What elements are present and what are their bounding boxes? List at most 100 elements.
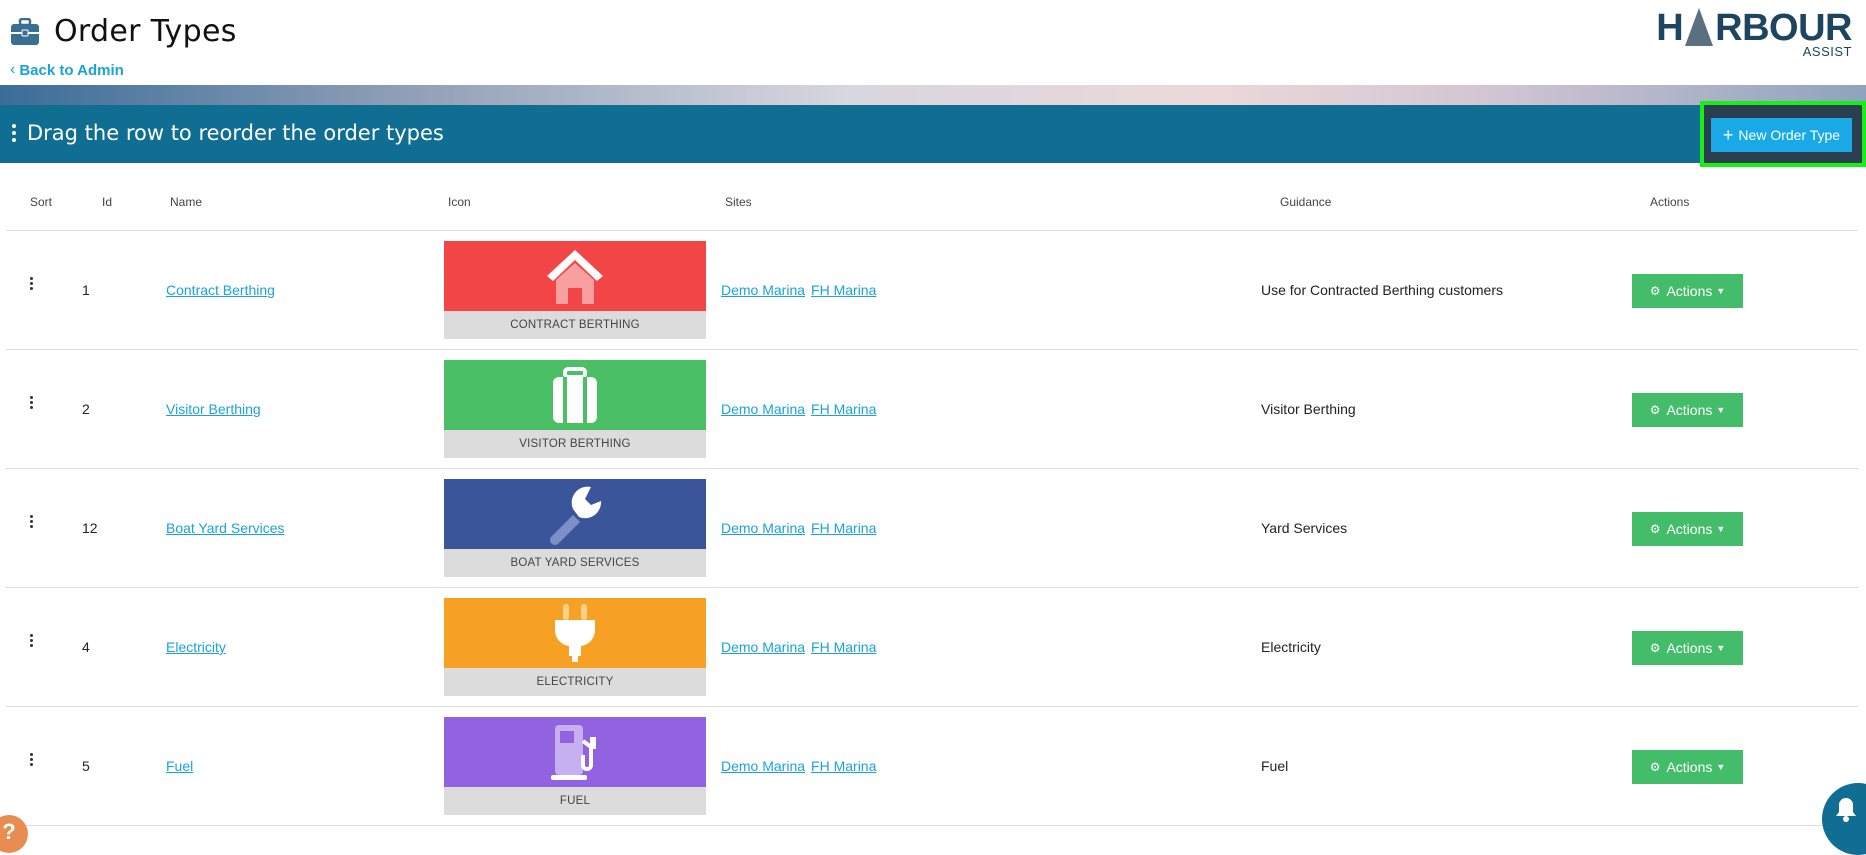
help-label: ?	[2, 819, 16, 844]
actions-label: Actions	[1666, 402, 1713, 418]
drag-handle-icon[interactable]	[30, 753, 34, 768]
site-link-fh-marina[interactable]: FH Marina	[811, 401, 876, 417]
guidance-text: Electricity	[1261, 639, 1321, 655]
sites-list: Demo Marina FH Marina	[721, 401, 882, 417]
sites-list: Demo Marina FH Marina	[721, 758, 882, 774]
row-id: 4	[82, 639, 90, 655]
site-link-fh-marina[interactable]: FH Marina	[811, 282, 876, 298]
table-row[interactable]: 2 Visitor Berthing VISITOR BERTHING Demo…	[6, 350, 1858, 469]
briefcase-icon	[10, 17, 40, 46]
actions-dropdown-button[interactable]: ⚙ Actions ▼	[1632, 631, 1743, 665]
site-link-fh-marina[interactable]: FH Marina	[811, 758, 876, 774]
sites-list: Demo Marina FH Marina	[721, 282, 882, 298]
icon-label: CONTRACT BERTHING	[444, 311, 706, 339]
table-row[interactable]: 4 Electricity ELECTRICITY Demo Marina FH …	[6, 588, 1858, 707]
actions-dropdown-button[interactable]: ⚙ Actions ▼	[1632, 750, 1743, 784]
icon-label: ELECTRICITY	[444, 668, 706, 696]
chevron-left-icon: ‹	[10, 61, 16, 78]
icon-label: BOAT YARD SERVICES	[444, 549, 706, 577]
column-header-guidance: Guidance	[1280, 195, 1332, 209]
sail-icon	[1685, 8, 1714, 46]
order-type-icon-tile: BOAT YARD SERVICES	[444, 479, 706, 577]
table-header: Sort Id Name Icon Sites Guidance Actions	[0, 193, 1866, 231]
drag-handle-icon[interactable]	[30, 277, 34, 292]
table-row[interactable]: 1 Contract Berthing CONTRACT BERTHING De…	[6, 231, 1858, 350]
sites-list: Demo Marina FH Marina	[721, 639, 882, 655]
gears-icon: ⚙	[1649, 641, 1661, 655]
harbour-assist-logo: H RBOUR ASSIST	[1656, 6, 1852, 59]
new-order-type-button[interactable]: + New Order Type	[1711, 118, 1852, 152]
row-id: 5	[82, 758, 90, 774]
caret-down-icon: ▼	[1716, 643, 1726, 653]
guidance-text: Use for Contracted Berthing customers	[1261, 282, 1503, 298]
caret-down-icon: ▼	[1716, 762, 1726, 772]
column-header-id[interactable]: Id	[102, 195, 112, 209]
page-title: Order Types	[54, 14, 237, 49]
decorative-gradient-strip	[0, 85, 1866, 105]
sites-list: Demo Marina FH Marina	[721, 520, 882, 536]
back-link-label: Back to Admin	[19, 61, 124, 79]
actions-dropdown-button[interactable]: ⚙ Actions ▼	[1632, 512, 1743, 546]
site-link-demo-marina[interactable]: Demo Marina	[721, 520, 805, 536]
gears-icon: ⚙	[1649, 760, 1661, 774]
row-id: 1	[82, 282, 90, 298]
site-link-demo-marina[interactable]: Demo Marina	[721, 401, 805, 417]
icon-label: FUEL	[444, 787, 706, 815]
site-link-demo-marina[interactable]: Demo Marina	[721, 639, 805, 655]
wrench-icon	[444, 479, 706, 549]
banner-text: Drag the row to reorder the order types	[27, 121, 444, 145]
new-order-type-label: New Order Type	[1738, 127, 1841, 143]
guidance-text: Yard Services	[1261, 520, 1348, 536]
order-type-name-link[interactable]: Fuel	[166, 758, 193, 774]
table-row[interactable]: 5 Fuel FUEL Demo Marina FH Marina Fuel ⚙ …	[6, 707, 1858, 826]
suitcase-icon	[444, 360, 706, 430]
logo-text-left: H	[1656, 7, 1684, 49]
order-type-name-link[interactable]: Visitor Berthing	[166, 401, 261, 417]
bell-icon	[1836, 798, 1856, 822]
caret-down-icon: ▼	[1716, 286, 1726, 296]
table-row[interactable]: 12 Boat Yard Services BOAT YARD SERVICES…	[6, 469, 1858, 588]
page-header: Order Types ‹ Back to Admin H RBOUR ASSI…	[0, 0, 1866, 85]
site-link-fh-marina[interactable]: FH Marina	[811, 639, 876, 655]
fuel-pump-icon	[444, 717, 706, 787]
gears-icon: ⚙	[1649, 522, 1661, 536]
actions-label: Actions	[1666, 521, 1713, 537]
column-header-sort[interactable]: Sort	[30, 195, 52, 209]
order-type-name-link[interactable]: Electricity	[166, 639, 226, 655]
column-header-sites: Sites	[725, 195, 752, 209]
caret-down-icon: ▼	[1716, 405, 1726, 415]
order-type-name-link[interactable]: Boat Yard Services	[166, 520, 285, 536]
actions-label: Actions	[1666, 283, 1713, 299]
guidance-text: Fuel	[1261, 758, 1289, 774]
back-to-admin-link[interactable]: ‹ Back to Admin	[10, 61, 124, 79]
actions-dropdown-button[interactable]: ⚙ Actions ▼	[1632, 393, 1743, 427]
drag-handle-icon[interactable]	[30, 634, 34, 649]
column-header-icon: Icon	[448, 195, 471, 209]
site-link-demo-marina[interactable]: Demo Marina	[721, 758, 805, 774]
gears-icon: ⚙	[1649, 284, 1661, 298]
drag-handle-icon	[12, 124, 16, 145]
column-header-actions: Actions	[1650, 195, 1690, 209]
title-area: Order Types	[10, 14, 237, 49]
actions-label: Actions	[1666, 759, 1713, 775]
actions-dropdown-button[interactable]: ⚙ Actions ▼	[1632, 274, 1743, 308]
site-link-demo-marina[interactable]: Demo Marina	[721, 282, 805, 298]
order-type-icon-tile: CONTRACT BERTHING	[444, 241, 706, 339]
column-header-name[interactable]: Name	[170, 195, 202, 209]
order-type-icon-tile: ELECTRICITY	[444, 598, 706, 696]
drag-handle-icon[interactable]	[30, 515, 34, 530]
row-id: 2	[82, 401, 90, 417]
plug-icon	[444, 598, 706, 668]
caret-down-icon: ▼	[1716, 524, 1726, 534]
order-type-icon-tile: FUEL	[444, 717, 706, 815]
order-type-name-link[interactable]: Contract Berthing	[166, 282, 275, 298]
icon-label: VISITOR BERTHING	[444, 430, 706, 458]
reorder-banner: Drag the row to reorder the order types	[0, 105, 1866, 163]
actions-label: Actions	[1666, 640, 1713, 656]
order-type-icon-tile: VISITOR BERTHING	[444, 360, 706, 458]
plus-icon: +	[1722, 125, 1734, 145]
site-link-fh-marina[interactable]: FH Marina	[811, 520, 876, 536]
house-icon	[444, 241, 706, 311]
drag-handle-icon[interactable]	[30, 396, 34, 411]
gears-icon: ⚙	[1649, 403, 1661, 417]
